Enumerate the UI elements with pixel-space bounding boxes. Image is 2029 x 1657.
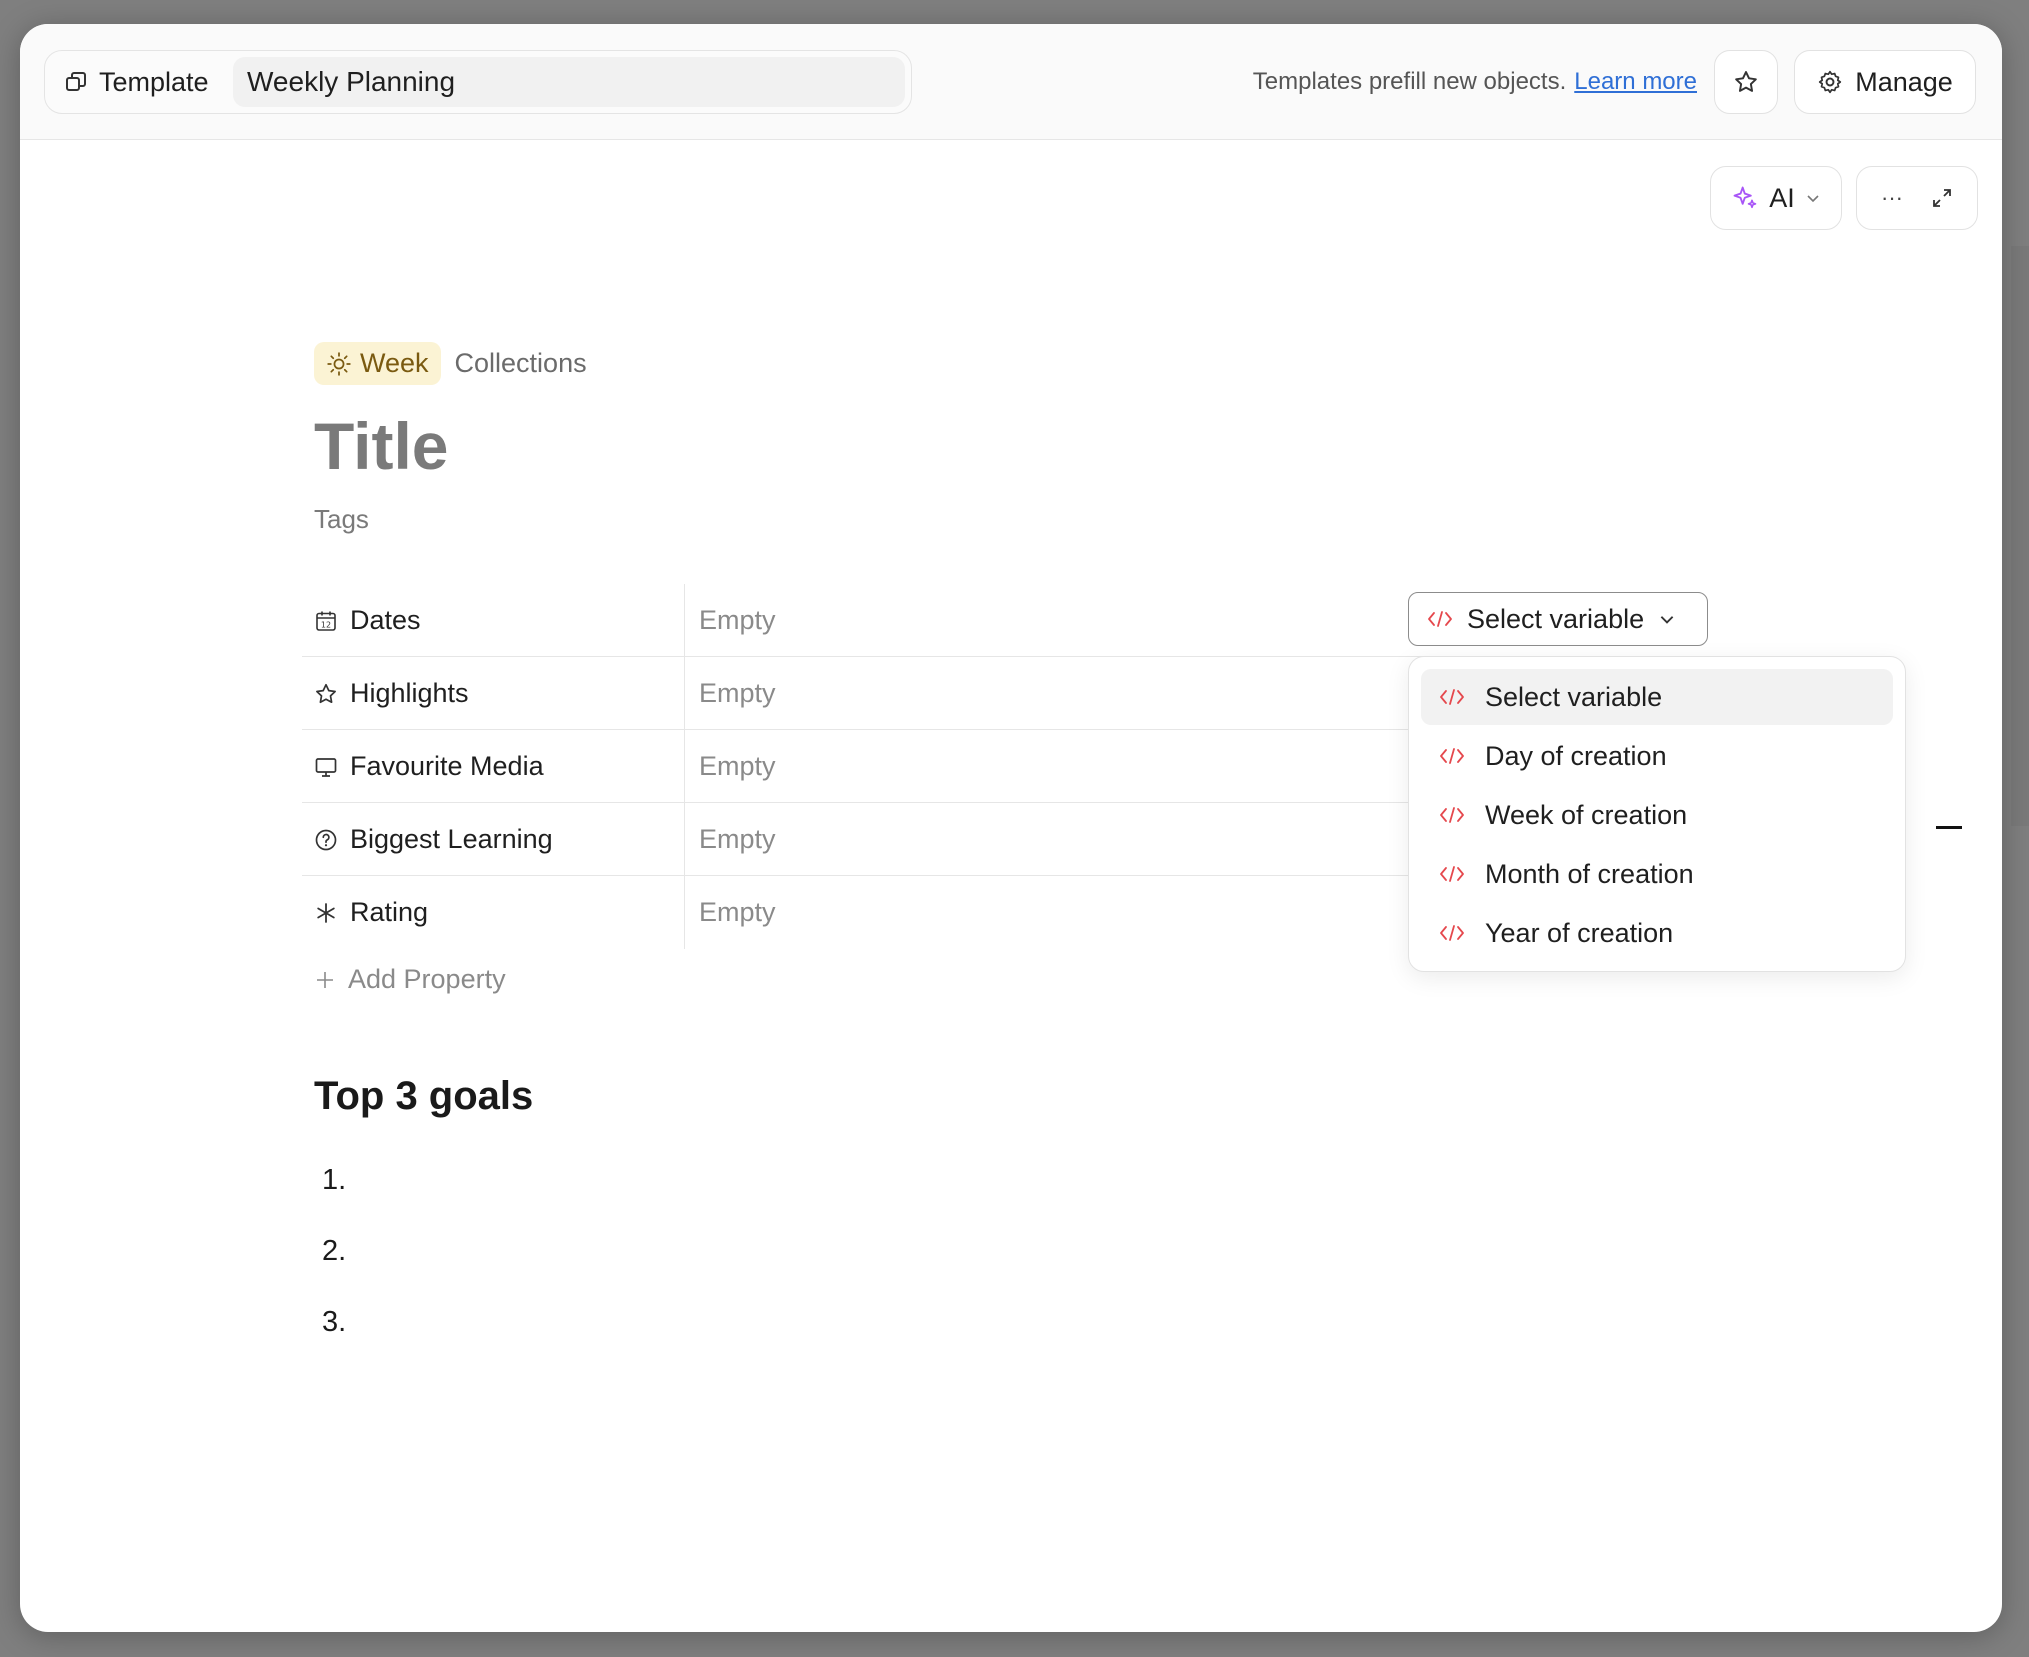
ai-label: AI — [1769, 182, 1795, 213]
property-value[interactable]: Empty — [684, 657, 776, 730]
property-label: Rating — [350, 897, 429, 927]
variable-option[interactable]: Week of creation — [1421, 787, 1893, 843]
select-variable-dropdown[interactable]: Select variable — [1408, 592, 1708, 646]
favorite-button[interactable] — [1714, 50, 1778, 114]
property-value[interactable]: Empty — [684, 876, 776, 949]
template-name-input[interactable]: Weekly Planning — [233, 57, 905, 107]
template-copy-icon — [65, 71, 87, 93]
manage-label: Manage — [1855, 66, 1953, 97]
variable-option-label: Year of creation — [1485, 917, 1674, 948]
property-label: Dates — [350, 605, 421, 635]
property-value[interactable]: Empty — [684, 730, 776, 803]
property-label: Biggest Learning — [350, 824, 553, 854]
code-icon — [1427, 609, 1453, 629]
ai-button[interactable]: AI — [1710, 166, 1842, 230]
divider-handle — [1936, 826, 1962, 829]
object-breadcrumb: Week Collections — [314, 342, 587, 385]
template-editor-modal: Template Weekly Planning Templates prefi… — [20, 24, 2002, 1632]
list-item[interactable]: 1. — [322, 1164, 346, 1235]
variable-option-label: Month of creation — [1485, 858, 1694, 889]
learn-more-link[interactable]: Learn more — [1574, 68, 1697, 96]
property-name[interactable]: Biggest Learning — [314, 803, 553, 876]
gear-icon — [1817, 69, 1843, 95]
template-label-text: Template — [99, 66, 209, 97]
code-icon — [1439, 746, 1465, 766]
property-row-highlights: Highlights Empty — [302, 657, 1432, 730]
code-icon — [1439, 805, 1465, 825]
asterisk-icon — [314, 901, 338, 925]
property-name[interactable]: Highlights — [314, 657, 469, 730]
object-type-pill[interactable]: Week — [314, 342, 441, 385]
variable-options-menu: Select variable Day of creation Week of … — [1408, 656, 1906, 972]
chevron-down-icon — [1805, 190, 1821, 206]
tags-field[interactable]: Tags — [314, 504, 369, 535]
goals-heading[interactable]: Top 3 goals — [314, 1074, 533, 1119]
add-property-label: Add Property — [348, 964, 506, 994]
template-hint-text: Templates prefill new objects. — [1252, 68, 1567, 95]
property-value[interactable]: Empty — [684, 803, 776, 876]
chevron-down-icon — [1658, 610, 1676, 628]
title-field[interactable]: Title — [314, 408, 448, 484]
code-icon — [1439, 864, 1465, 884]
add-property-button[interactable]: Add Property — [314, 964, 506, 995]
property-row-biggest-learning: Biggest Learning Empty — [302, 803, 1432, 876]
code-icon — [1439, 687, 1465, 707]
more-actions-group: ··· — [1856, 166, 1978, 230]
list-item[interactable]: 3. — [322, 1306, 346, 1377]
template-label: Template — [65, 51, 209, 113]
property-name[interactable]: Favourite Media — [314, 730, 544, 803]
template-header: Template Weekly Planning Templates prefi… — [20, 24, 2002, 140]
variable-option[interactable]: Year of creation — [1421, 905, 1893, 961]
code-icon — [1439, 923, 1465, 943]
question-circle-icon — [314, 828, 338, 852]
property-row-dates: 12 Dates Empty — [302, 584, 1432, 657]
collections-link[interactable]: Collections — [455, 348, 587, 379]
property-value[interactable]: Empty — [684, 584, 776, 657]
property-name[interactable]: 12 Dates — [314, 584, 421, 657]
list-item[interactable]: 2. — [322, 1235, 346, 1306]
object-type-label: Week — [360, 348, 429, 378]
manage-button[interactable]: Manage — [1794, 50, 1976, 114]
monitor-icon — [314, 755, 338, 779]
property-row-favourite-media: Favourite Media Empty — [302, 730, 1432, 803]
property-row-rating: Rating Empty — [302, 876, 1432, 949]
plus-icon — [314, 969, 336, 991]
more-options-button[interactable]: ··· — [1881, 185, 1903, 211]
goals-list: 1. 2. 3. — [322, 1164, 346, 1377]
star-icon — [314, 682, 338, 706]
expand-icon[interactable] — [1931, 187, 1953, 209]
variable-option-label: Day of creation — [1485, 740, 1667, 771]
variable-option[interactable]: Select variable — [1421, 669, 1893, 725]
sparkle-icon — [1731, 184, 1759, 212]
select-variable-value: Select variable — [1467, 603, 1645, 634]
template-hint: Templates prefill new objects. Learn mor… — [1253, 24, 1697, 140]
template-name-group: Template Weekly Planning — [44, 50, 912, 114]
variable-option[interactable]: Day of creation — [1421, 728, 1893, 784]
variable-option-label: Week of creation — [1485, 799, 1688, 830]
property-label: Favourite Media — [350, 751, 544, 781]
properties-table: 12 Dates Empty Highlights Empty Favourit… — [302, 584, 1432, 949]
property-label: Highlights — [350, 678, 469, 708]
svg-text:12: 12 — [321, 620, 331, 629]
calendar-icon: 12 — [314, 609, 338, 633]
star-icon — [1733, 69, 1759, 95]
sun-icon — [326, 351, 352, 377]
variable-option[interactable]: Month of creation — [1421, 846, 1893, 902]
property-name[interactable]: Rating — [314, 876, 428, 949]
background-app-edge — [2011, 246, 2029, 826]
variable-option-label: Select variable — [1485, 681, 1663, 712]
